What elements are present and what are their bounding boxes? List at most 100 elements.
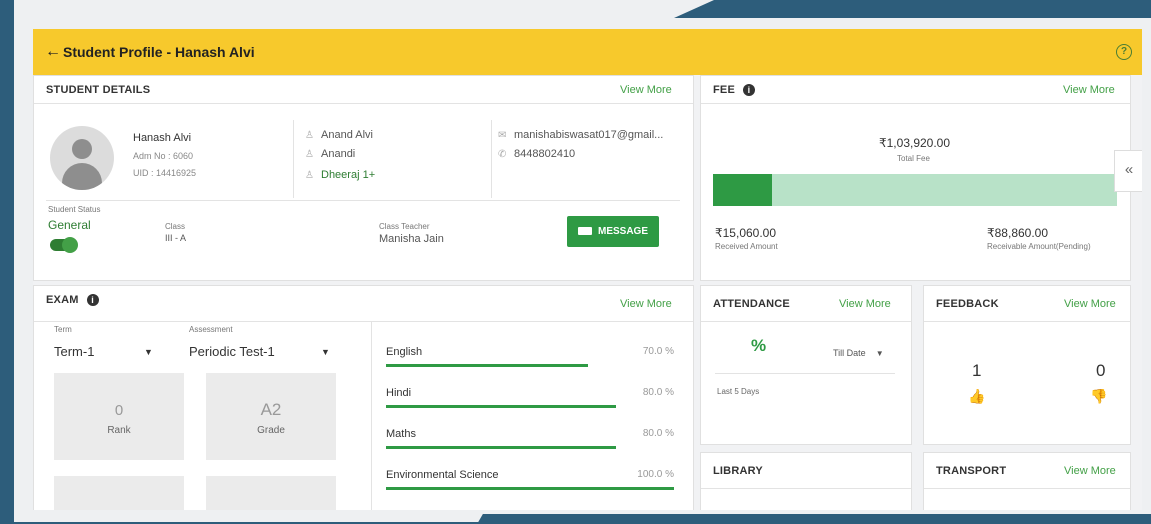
message-button-label: MESSAGE: [597, 226, 648, 237]
receivable-label: Receivable Amount(Pending): [987, 242, 1091, 251]
divider: [293, 120, 294, 198]
feedback-view-more-link[interactable]: View More: [1064, 298, 1116, 310]
rank-label: Rank: [107, 425, 131, 436]
thumbs-down-icon[interactable]: 👎: [1090, 388, 1107, 405]
class-value: III - A: [165, 233, 187, 243]
range-select[interactable]: Till Date ▼: [833, 348, 884, 358]
arrow-left-icon[interactable]: ←: [45, 43, 61, 61]
student-name: Hanash Alvi: [133, 132, 192, 144]
negative-count: 0: [1096, 361, 1106, 380]
status-label: Student Status: [48, 205, 101, 214]
divider: [701, 103, 1130, 104]
term-value: Term-1: [54, 344, 95, 359]
phone: 8448802410: [514, 148, 576, 160]
tile-placeholder: [206, 476, 336, 510]
last-days-label: Last 5 Days: [717, 387, 760, 396]
feedback-card: FEEDBACK View More 1 👍 0 👎: [923, 285, 1131, 445]
subject-bar: [386, 405, 617, 408]
parent-name: Anand Alvi: [321, 129, 373, 141]
divider: [715, 373, 895, 374]
assessment-select[interactable]: Periodic Test-1 ▼: [189, 344, 339, 359]
range-value: Till Date: [833, 348, 866, 358]
info-icon[interactable]: i: [743, 84, 755, 97]
positive-count: 1: [972, 361, 982, 380]
phone-row: ✆ 8448802410: [498, 148, 575, 160]
subject-percent: 70.0 %: [642, 346, 674, 357]
grade-label: Grade: [257, 425, 285, 436]
received-amount: ₹15,060.00: [715, 226, 777, 240]
person-icon: ♙: [305, 149, 314, 160]
subject-name: Environmental Science: [386, 469, 499, 481]
fee-heading: FEE i: [713, 84, 755, 97]
parent-row: ♙ Anand Alvi: [305, 129, 373, 141]
teacher-value: Manisha Jain: [379, 233, 444, 245]
student-details-card: STUDENT DETAILS View More Hanash Alvi Ad…: [33, 75, 694, 281]
percent-icon: %: [751, 336, 767, 355]
page-header: ← Student Profile - Hanash Alvi ?: [33, 29, 1142, 75]
student-details-view-more-link[interactable]: View More: [620, 84, 672, 96]
status-toggle[interactable]: [50, 237, 78, 253]
app-window: ← Student Profile - Hanash Alvi ? STUDEN…: [33, 29, 1142, 510]
tile-placeholder: [54, 476, 184, 510]
uid: UID : 14416925: [133, 168, 197, 178]
attendance-view-more-link[interactable]: View More: [839, 298, 891, 310]
email-row: ✉ manishabiswasat017@gmail...: [498, 129, 663, 141]
subject-name: Maths: [386, 428, 416, 440]
caret-down-icon: ▼: [144, 347, 153, 357]
divider: [34, 103, 693, 104]
divider: [924, 488, 1130, 489]
subject-percent: 80.0 %: [642, 428, 674, 439]
total-fee-amount: ₹1,03,920.00: [879, 136, 951, 150]
total-fee-label: Total Fee: [897, 154, 930, 163]
term-label: Term: [54, 325, 72, 334]
parent-row[interactable]: ♙ Dheeraj 1+: [305, 169, 375, 181]
subject-bar: [386, 446, 617, 449]
fee-card: FEE i View More ₹1,03,920.00 Total Fee ₹1…: [700, 75, 1131, 281]
chevron-double-left-icon[interactable]: «: [1114, 150, 1142, 192]
divider: [46, 200, 680, 201]
divider: [701, 321, 911, 322]
transport-view-more-link[interactable]: View More: [1064, 465, 1116, 477]
term-select[interactable]: Term-1 ▼: [54, 344, 164, 359]
phone-icon: ✆: [498, 149, 507, 160]
guardian-more-link[interactable]: Dheeraj 1+: [321, 169, 375, 181]
teacher-label: Class Teacher: [379, 222, 430, 231]
attendance-card: ATTENDANCE View More % Till Date ▼ Last 5…: [700, 285, 912, 445]
subject-bar: [386, 364, 588, 367]
subject-bar: [386, 487, 674, 490]
subject-percent: 100.0 %: [637, 469, 674, 480]
assessment-label: Assessment: [189, 325, 233, 334]
parent-row: ♙ Anandi: [305, 148, 355, 160]
grade-tile: A2 Grade: [206, 373, 336, 460]
caret-down-icon: ▼: [875, 349, 884, 358]
background-stripe: [477, 514, 1151, 524]
fee-progress-fill: [713, 174, 772, 206]
class-label: Class: [165, 222, 186, 231]
received-label: Received Amount: [715, 242, 778, 251]
rank-tile: 0 Rank: [54, 373, 184, 460]
caret-down-icon: ▼: [321, 347, 330, 357]
transport-card: TRANSPORT View More: [923, 452, 1131, 510]
question-circle-icon[interactable]: ?: [1116, 44, 1132, 60]
rank-value: 0: [114, 402, 124, 419]
exam-card: EXAM i View More Term Term-1 ▼ Assessment …: [33, 285, 694, 510]
mail-icon: ✉: [498, 130, 507, 141]
feedback-heading: FEEDBACK: [936, 298, 999, 310]
subject-scores: English 70.0 % Hindi 80.0 % Maths 80.0 % En…: [386, 286, 674, 510]
info-icon[interactable]: i: [86, 294, 99, 307]
divider: [371, 322, 372, 510]
exam-heading-text: EXAM: [46, 294, 79, 306]
message-button[interactable]: MESSAGE: [567, 216, 659, 247]
subject-percent: 80.0 %: [642, 387, 674, 398]
subject-name: English: [386, 346, 423, 358]
fee-view-more-link[interactable]: View More: [1063, 84, 1115, 96]
email: manishabiswasat017@gmail...: [514, 129, 664, 141]
person-icon: ♙: [305, 130, 314, 141]
parent-name: Anandi: [321, 148, 356, 160]
divider: [491, 120, 492, 198]
thumbs-up-icon[interactable]: 👍: [968, 388, 985, 405]
library-heading: LIBRARY: [713, 465, 763, 477]
receivable-amount: ₹88,860.00: [987, 226, 1049, 240]
exam-heading: EXAM i: [46, 294, 99, 307]
transport-heading: TRANSPORT: [936, 465, 1007, 477]
